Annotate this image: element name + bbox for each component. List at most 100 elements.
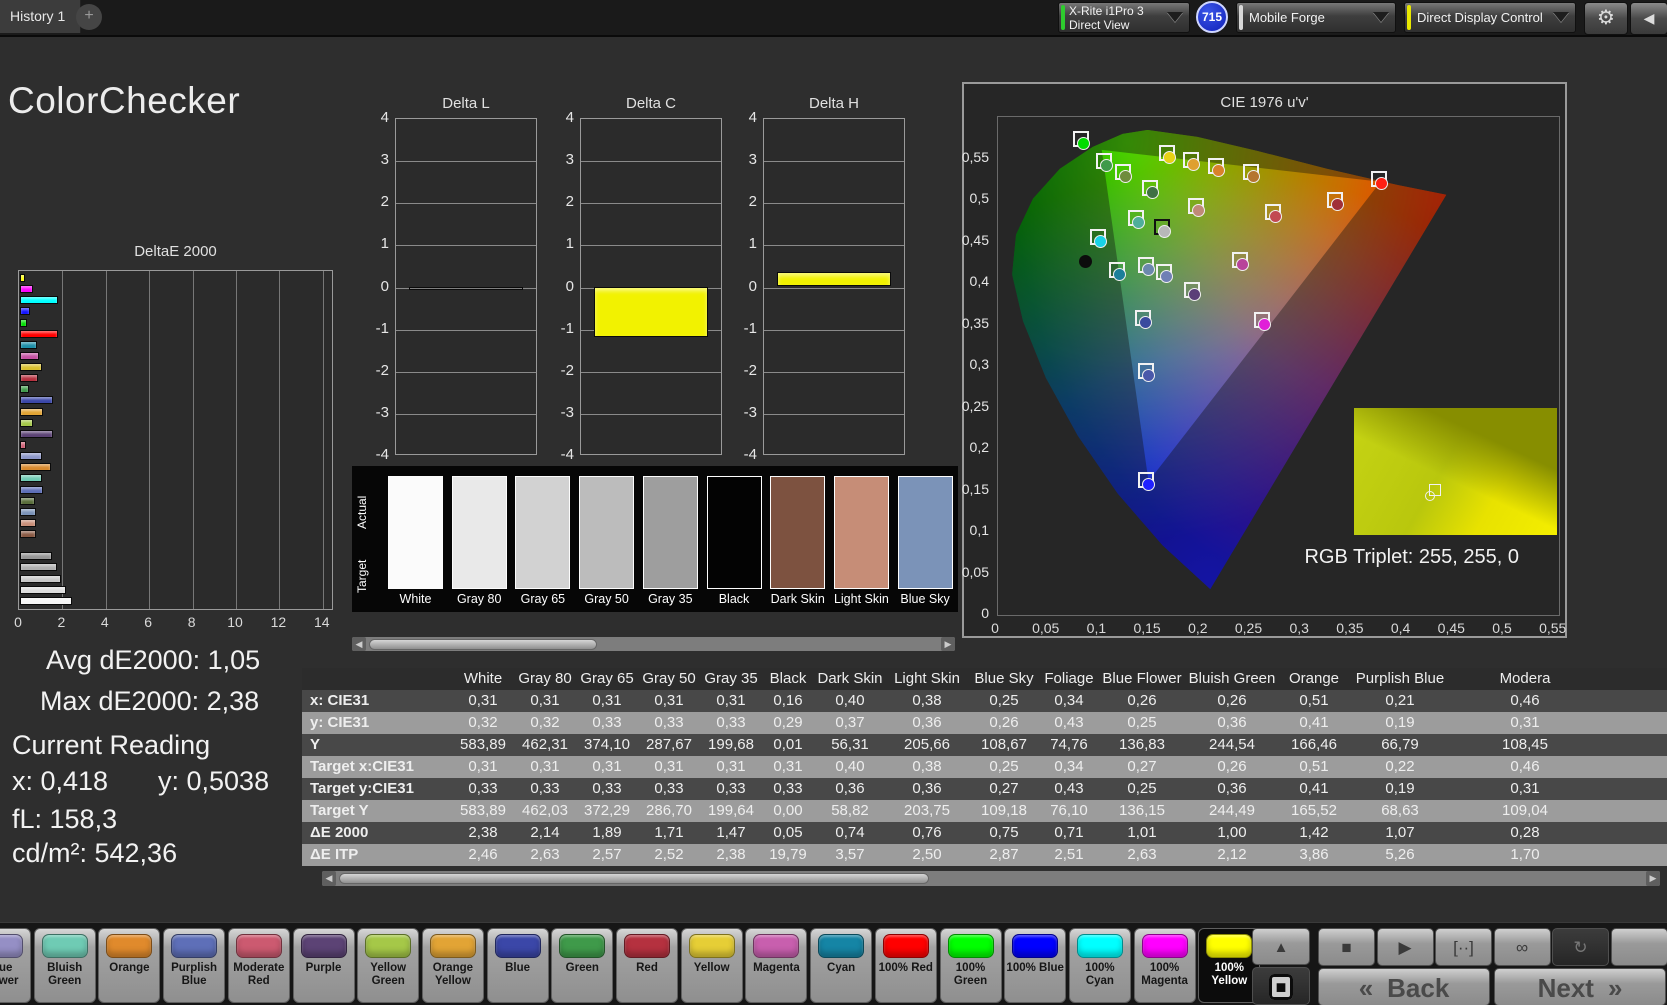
- patch-button-100-blue[interactable]: 100% Blue: [1004, 928, 1067, 1003]
- tab-history-1[interactable]: History 1: [0, 0, 81, 33]
- swatch-label: Blue Sky: [900, 592, 950, 606]
- patch-button-orange[interactable]: Orange: [98, 928, 161, 1003]
- swatch-scrollbar-thumb[interactable]: [369, 638, 597, 650]
- table-scrollbar[interactable]: ◀ ▶: [322, 871, 1660, 886]
- next-label: Next: [1537, 973, 1594, 1003]
- transport-step-icon[interactable]: [··]: [1435, 928, 1492, 966]
- table-row-label: Target x:CIE31: [310, 758, 414, 775]
- table-cell: 1,70: [1510, 846, 1540, 863]
- patch-button-green[interactable]: Green: [551, 928, 614, 1003]
- table-cell: 19,79: [769, 846, 807, 863]
- swatch-dark-skin[interactable]: [770, 476, 826, 589]
- meter-count-badge[interactable]: 715: [1196, 1, 1228, 33]
- cie-title: CIE 1976 u'v': [1220, 94, 1309, 111]
- patch-button-blue-flower[interactable]: Blue Flower: [0, 928, 31, 1003]
- table-cell: Gray 65: [580, 670, 634, 687]
- patch-button-100-green[interactable]: 100% Green: [939, 928, 1002, 1003]
- transport-refresh-icon[interactable]: ↻: [1552, 928, 1609, 966]
- table-cell: 136,83: [1119, 736, 1165, 753]
- swatch-gray-80[interactable]: [451, 476, 507, 589]
- source-dropdown[interactable]: Mobile Forge: [1236, 2, 1396, 33]
- chevron-down-icon: [1553, 12, 1569, 22]
- patch-button-100-cyan[interactable]: 100% Cyan: [1068, 928, 1131, 1003]
- swatch-blue-sky[interactable]: [897, 476, 953, 589]
- table-cell: 0,25: [989, 692, 1019, 709]
- table-row-label: [302, 668, 452, 690]
- scroll-right-icon[interactable]: ▶: [941, 637, 955, 651]
- table-cell: 0,36: [912, 780, 942, 797]
- swatch-black[interactable]: [706, 476, 762, 589]
- patch-button-orange-yellow[interactable]: Orange Yellow: [421, 928, 484, 1003]
- patch-button-100-yellow[interactable]: 100% Yellow: [1198, 928, 1261, 1003]
- table-cell: 0,33: [530, 780, 560, 797]
- patch-button-yellow[interactable]: Yellow: [680, 928, 743, 1003]
- table-cell: 0,31: [468, 692, 498, 709]
- scroll-up-button[interactable]: ▲: [1252, 928, 1310, 965]
- patch-chip: [0, 934, 23, 958]
- table-cell: 0,43: [1054, 780, 1084, 797]
- swatch-gray-50[interactable]: [579, 476, 635, 589]
- delta-tick-label: 4: [380, 109, 389, 126]
- cie-y-tick: 0,3: [969, 356, 989, 372]
- patch-button-yellow-green[interactable]: Yellow Green: [357, 928, 420, 1003]
- patch-chip: [429, 934, 476, 958]
- back-button[interactable]: « Back: [1318, 968, 1490, 1005]
- cie-y-tick: 0,25: [961, 397, 989, 414]
- delta-tick-label: -3: [743, 403, 757, 421]
- table-cell: 0,27: [989, 780, 1019, 797]
- deltae-bar: [20, 329, 59, 338]
- table-cell: 287,67: [646, 736, 692, 753]
- table-cell: 0,31: [530, 692, 560, 709]
- gear-icon: ⚙: [1597, 7, 1615, 29]
- table-row-δe-itp: ΔE ITP 2,46 2,63 2,57 2,52 2,38 19,79 3,57 2,50 2…: [302, 844, 1667, 866]
- deltae-bar: [20, 552, 52, 561]
- table-cell: 0,36: [835, 780, 865, 797]
- table-cell: 0,31: [468, 758, 498, 775]
- table-scrollbar-thumb[interactable]: [339, 872, 929, 884]
- table-cell: Blue Flower: [1102, 670, 1182, 687]
- patch-button-magenta[interactable]: Magenta: [745, 928, 808, 1003]
- patch-button-blue[interactable]: Blue: [486, 928, 549, 1003]
- table-cell: 0,28: [1510, 824, 1540, 841]
- marker-cyan: [1113, 268, 1126, 281]
- swatch-gray-65[interactable]: [515, 476, 571, 589]
- collapse-panel-button[interactable]: ◀: [1630, 2, 1667, 35]
- patch-bar: Blue Flower Bluish Green Orange Purplish Bl…: [0, 922, 1667, 1005]
- transport-loop-icon[interactable]: ∞: [1493, 928, 1551, 966]
- table-cell: 2,38: [716, 846, 746, 863]
- swatch-gray-35[interactable]: [642, 476, 698, 589]
- swatch-white[interactable]: [388, 476, 443, 589]
- patch-button-cyan[interactable]: Cyan: [810, 928, 873, 1003]
- patch-button-moderate-red[interactable]: Moderate Red: [227, 928, 290, 1003]
- add-tab-button[interactable]: +: [76, 4, 102, 30]
- patch-button-red[interactable]: Red: [616, 928, 678, 1003]
- swatch-scrollbar[interactable]: ◀ ▶: [352, 637, 955, 651]
- cie-y-tick: 0,45: [961, 231, 989, 248]
- meter-dropdown[interactable]: X-Rite i1Pro 3 Direct View: [1058, 2, 1190, 33]
- transport-stop-icon[interactable]: ■: [1318, 928, 1375, 966]
- swatch-light-skin[interactable]: [833, 476, 889, 589]
- settings-button[interactable]: ⚙: [1584, 2, 1628, 35]
- scroll-left-icon[interactable]: ◀: [322, 871, 336, 886]
- patch-button-purple[interactable]: Purple: [292, 928, 355, 1003]
- patch-chip: [235, 934, 282, 958]
- patch-button-bluish-green[interactable]: Bluish Green: [33, 928, 96, 1003]
- swatch-row-label-actual: Actual: [355, 495, 369, 529]
- meter-line2: Direct View: [1069, 17, 1130, 32]
- deltae-x-tick: 8: [187, 614, 196, 630]
- table-cell: Light Skin: [894, 670, 960, 687]
- table-row-target-y: Target Y 583,89 462,03 372,29 286,70 199,64 0,…: [302, 800, 1667, 822]
- workflow-dropdown[interactable]: Direct Display Control: [1404, 2, 1576, 33]
- patch-button-100-red[interactable]: 100% Red: [874, 928, 937, 1003]
- next-button[interactable]: Next »: [1494, 968, 1666, 1005]
- transport-blank-button[interactable]: [1610, 928, 1667, 966]
- scroll-right-icon[interactable]: ▶: [1646, 871, 1660, 886]
- scroll-left-icon[interactable]: ◀: [352, 637, 366, 651]
- patch-button-100-magenta[interactable]: 100% Magenta: [1133, 928, 1196, 1003]
- marker-100-blue: [1142, 478, 1155, 491]
- cie-x-tick: 0,25: [1234, 620, 1263, 636]
- patch-button-purplish-blue[interactable]: Purplish Blue: [163, 928, 226, 1003]
- window-mode-button[interactable]: ■: [1252, 967, 1310, 1005]
- patch-chip: [1012, 934, 1059, 958]
- transport-play-icon[interactable]: ▶: [1376, 928, 1434, 966]
